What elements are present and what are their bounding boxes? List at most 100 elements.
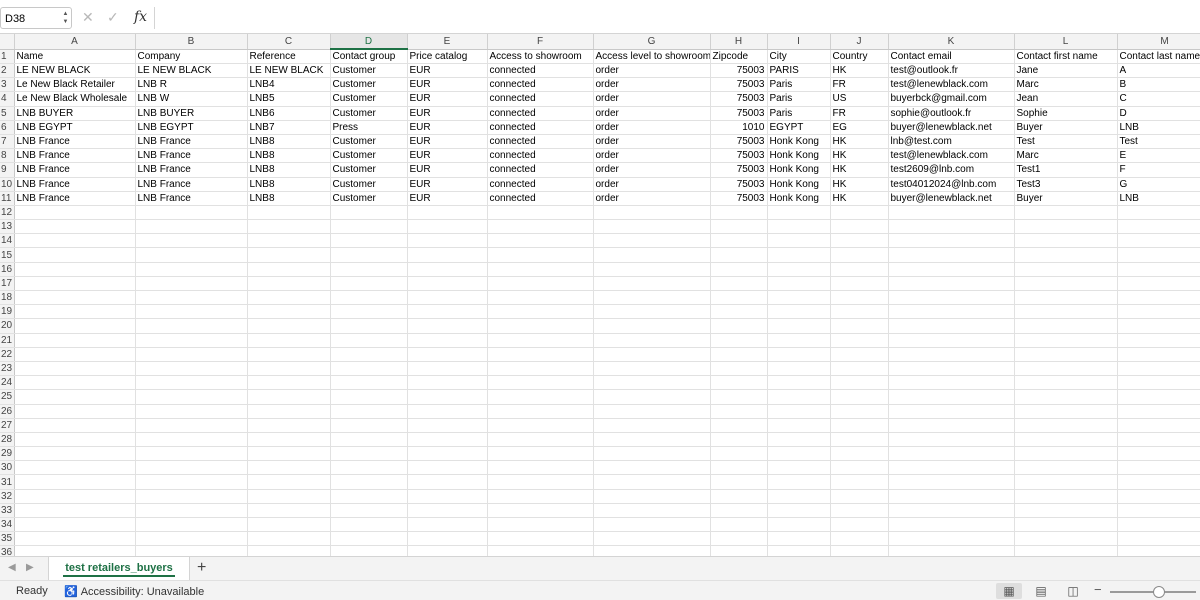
cell-h26[interactable] bbox=[710, 404, 768, 419]
row-header[interactable]: 7 bbox=[0, 134, 15, 150]
cell-a22[interactable] bbox=[14, 347, 136, 362]
cell-l28[interactable] bbox=[1014, 432, 1118, 448]
cell-h32[interactable] bbox=[710, 489, 768, 504]
cell-b33[interactable] bbox=[135, 503, 248, 519]
cell-g11[interactable]: order bbox=[593, 191, 711, 206]
cell-k8[interactable]: test@lenewblack.com bbox=[888, 148, 1015, 164]
cell-h16[interactable] bbox=[710, 262, 768, 277]
cell-a5[interactable]: LNB BUYER bbox=[14, 106, 136, 121]
cell-c8[interactable]: LNB8 bbox=[247, 148, 331, 164]
cell-d23[interactable] bbox=[330, 361, 408, 377]
cell-i24[interactable] bbox=[767, 375, 831, 391]
cell-m35[interactable] bbox=[1117, 531, 1200, 547]
cell-l8[interactable]: Marc bbox=[1014, 148, 1118, 164]
cell-a25[interactable] bbox=[14, 389, 136, 405]
cell-c10[interactable]: LNB8 bbox=[247, 177, 331, 192]
cell-l27[interactable] bbox=[1014, 418, 1118, 433]
cell-l24[interactable] bbox=[1014, 375, 1118, 391]
cell-g17[interactable] bbox=[593, 276, 711, 292]
cell-a30[interactable] bbox=[14, 460, 136, 476]
cell-h28[interactable] bbox=[710, 432, 768, 448]
cell-a1[interactable]: Name bbox=[14, 49, 136, 64]
cell-i6[interactable]: EGYPT bbox=[767, 120, 831, 135]
cell-h3[interactable]: 75003 bbox=[710, 77, 768, 93]
cell-c15[interactable] bbox=[247, 247, 331, 263]
cell-i30[interactable] bbox=[767, 460, 831, 476]
cell-k16[interactable] bbox=[888, 262, 1015, 277]
cell-d17[interactable] bbox=[330, 276, 408, 292]
cell-e26[interactable] bbox=[407, 404, 488, 419]
cell-d21[interactable] bbox=[330, 333, 408, 348]
cell-e31[interactable] bbox=[407, 474, 488, 490]
column-header-j[interactable]: J bbox=[830, 34, 889, 50]
cell-m6[interactable]: LNB bbox=[1117, 120, 1200, 135]
cell-b10[interactable]: LNB France bbox=[135, 177, 248, 192]
row-header[interactable]: 25 bbox=[0, 389, 15, 405]
cell-i16[interactable] bbox=[767, 262, 831, 277]
cell-a26[interactable] bbox=[14, 404, 136, 419]
row-header[interactable]: 29 bbox=[0, 446, 15, 462]
cell-c36[interactable] bbox=[247, 545, 331, 556]
cell-b5[interactable]: LNB BUYER bbox=[135, 106, 248, 121]
cell-j15[interactable] bbox=[830, 247, 889, 263]
cell-b11[interactable]: LNB France bbox=[135, 191, 248, 206]
cell-l14[interactable] bbox=[1014, 233, 1118, 249]
cell-i14[interactable] bbox=[767, 233, 831, 249]
cell-h29[interactable] bbox=[710, 446, 768, 462]
cell-e20[interactable] bbox=[407, 318, 488, 334]
cell-j30[interactable] bbox=[830, 460, 889, 476]
cell-f22[interactable] bbox=[487, 347, 594, 362]
cell-g27[interactable] bbox=[593, 418, 711, 433]
cell-c13[interactable] bbox=[247, 219, 331, 235]
cell-k15[interactable] bbox=[888, 247, 1015, 263]
cell-c33[interactable] bbox=[247, 503, 331, 519]
cell-h2[interactable]: 75003 bbox=[710, 63, 768, 79]
row-header[interactable]: 30 bbox=[0, 460, 15, 476]
row-header[interactable]: 9 bbox=[0, 162, 15, 178]
cell-m4[interactable]: C bbox=[1117, 91, 1200, 107]
cell-k23[interactable] bbox=[888, 361, 1015, 377]
cell-f1[interactable]: Access to showroom bbox=[487, 49, 594, 64]
row-header[interactable]: 11 bbox=[0, 191, 15, 206]
cell-f28[interactable] bbox=[487, 432, 594, 448]
cell-g1[interactable]: Access level to showroom bbox=[593, 49, 711, 64]
cell-g20[interactable] bbox=[593, 318, 711, 334]
cell-c17[interactable] bbox=[247, 276, 331, 292]
cell-h18[interactable] bbox=[710, 290, 768, 306]
row-header[interactable]: 14 bbox=[0, 233, 15, 249]
cell-d10[interactable]: Customer bbox=[330, 177, 408, 192]
cell-f20[interactable] bbox=[487, 318, 594, 334]
cell-f6[interactable]: connected bbox=[487, 120, 594, 135]
cell-d15[interactable] bbox=[330, 247, 408, 263]
cell-b22[interactable] bbox=[135, 347, 248, 362]
row-header[interactable]: 35 bbox=[0, 531, 15, 547]
cell-h34[interactable] bbox=[710, 517, 768, 533]
column-header-d[interactable]: D bbox=[330, 34, 408, 50]
cell-f25[interactable] bbox=[487, 389, 594, 405]
cell-m10[interactable]: G bbox=[1117, 177, 1200, 192]
cell-g13[interactable] bbox=[593, 219, 711, 235]
cell-l10[interactable]: Test3 bbox=[1014, 177, 1118, 192]
cell-f10[interactable]: connected bbox=[487, 177, 594, 192]
cell-i35[interactable] bbox=[767, 531, 831, 547]
cell-a2[interactable]: LE NEW BLACK bbox=[14, 63, 136, 79]
cell-l31[interactable] bbox=[1014, 474, 1118, 490]
cell-i2[interactable]: PARIS bbox=[767, 63, 831, 79]
cell-c4[interactable]: LNB5 bbox=[247, 91, 331, 107]
cell-m8[interactable]: E bbox=[1117, 148, 1200, 164]
cell-g8[interactable]: order bbox=[593, 148, 711, 164]
cell-h25[interactable] bbox=[710, 389, 768, 405]
name-box-dropdown-icon[interactable]: ▲ ▼ bbox=[62, 10, 69, 26]
cell-f4[interactable]: connected bbox=[487, 91, 594, 107]
cell-m34[interactable] bbox=[1117, 517, 1200, 533]
cell-j13[interactable] bbox=[830, 219, 889, 235]
cell-d19[interactable] bbox=[330, 304, 408, 320]
cell-b23[interactable] bbox=[135, 361, 248, 377]
cell-b9[interactable]: LNB France bbox=[135, 162, 248, 178]
cell-m28[interactable] bbox=[1117, 432, 1200, 448]
cell-d8[interactable]: Customer bbox=[330, 148, 408, 164]
cell-b7[interactable]: LNB France bbox=[135, 134, 248, 150]
cell-f16[interactable] bbox=[487, 262, 594, 277]
cell-c30[interactable] bbox=[247, 460, 331, 476]
cell-h19[interactable] bbox=[710, 304, 768, 320]
